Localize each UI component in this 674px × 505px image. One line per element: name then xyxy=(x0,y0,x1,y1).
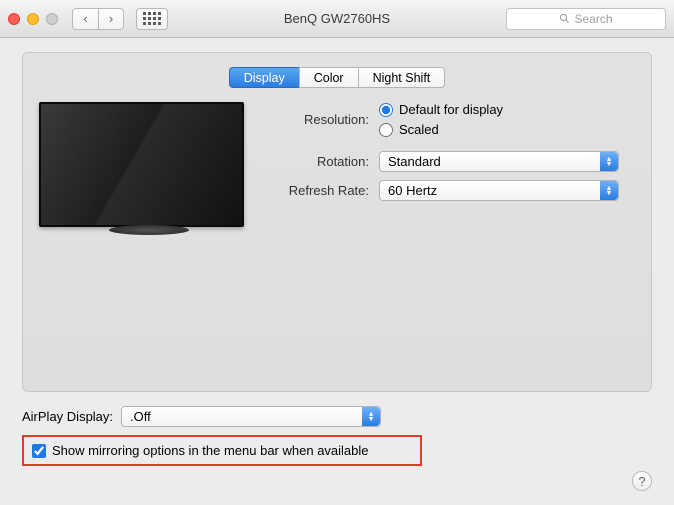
refresh-rate-value: 60 Hertz xyxy=(388,183,437,198)
airplay-select[interactable]: .Off ▲▼ xyxy=(121,406,381,427)
search-input[interactable]: Search xyxy=(506,8,666,30)
search-placeholder: Search xyxy=(574,12,612,26)
help-button[interactable]: ? xyxy=(632,471,652,491)
airplay-label: AirPlay Display: xyxy=(22,409,113,424)
monitor-screen-icon xyxy=(39,102,244,227)
display-panel: Display Color Night Shift Resolution: xyxy=(22,52,652,392)
show-all-button[interactable] xyxy=(136,8,168,30)
mirroring-checkbox[interactable] xyxy=(32,444,46,458)
tab-display[interactable]: Display xyxy=(229,67,299,88)
minimize-icon[interactable] xyxy=(27,13,39,25)
maximize-icon xyxy=(46,13,58,25)
rotation-value: Standard xyxy=(388,154,441,169)
chevron-up-down-icon: ▲▼ xyxy=(600,181,618,200)
radio-default[interactable] xyxy=(379,103,393,117)
rotation-label: Rotation: xyxy=(269,154,369,169)
window-controls xyxy=(8,13,58,25)
search-icon xyxy=(559,13,570,24)
back-button[interactable]: ‹ xyxy=(72,8,98,30)
grid-icon xyxy=(143,12,161,25)
titlebar: ‹ › BenQ GW2760HS Search xyxy=(0,0,674,38)
nav-buttons: ‹ › xyxy=(72,8,124,30)
tab-color[interactable]: Color xyxy=(299,67,358,88)
close-icon[interactable] xyxy=(8,13,20,25)
help-icon: ? xyxy=(638,474,645,489)
radio-default-label: Default for display xyxy=(399,102,503,117)
window-title: BenQ GW2760HS xyxy=(284,11,390,26)
refresh-rate-select[interactable]: 60 Hertz ▲▼ xyxy=(379,180,619,201)
chevron-up-down-icon: ▲▼ xyxy=(362,407,380,426)
resolution-label: Resolution: xyxy=(269,112,369,127)
tab-bar: Display Color Night Shift xyxy=(39,67,635,88)
resolution-scaled-radio[interactable]: Scaled xyxy=(379,122,503,137)
forward-button[interactable]: › xyxy=(98,8,124,30)
airplay-value: .Off xyxy=(130,409,151,424)
mirroring-highlight: Show mirroring options in the menu bar w… xyxy=(22,435,422,466)
radio-scaled[interactable] xyxy=(379,123,393,137)
resolution-default-radio[interactable]: Default for display xyxy=(379,102,503,117)
refresh-rate-label: Refresh Rate: xyxy=(269,183,369,198)
mirroring-label: Show mirroring options in the menu bar w… xyxy=(52,443,369,458)
rotation-select[interactable]: Standard ▲▼ xyxy=(379,151,619,172)
radio-scaled-label: Scaled xyxy=(399,122,439,137)
tab-night-shift[interactable]: Night Shift xyxy=(358,67,446,88)
monitor-stand-icon xyxy=(109,225,189,235)
monitor-preview xyxy=(39,102,259,252)
chevron-up-down-icon: ▲▼ xyxy=(600,152,618,171)
